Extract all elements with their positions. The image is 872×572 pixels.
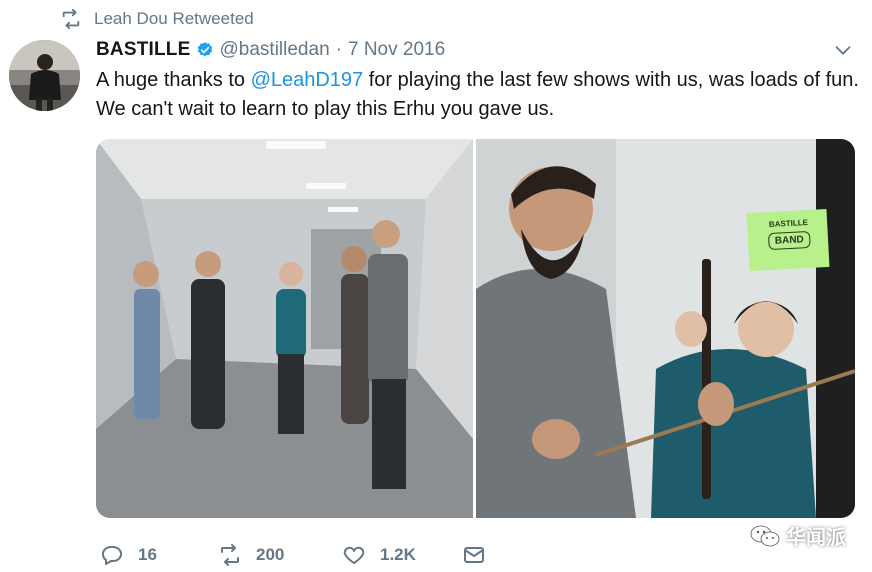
chevron-down-icon[interactable]	[832, 39, 854, 61]
tweet-text: A huge thanks to @LeahD197 for playing t…	[96, 66, 866, 124]
wechat-icon	[750, 525, 780, 546]
bastille-band-sign: BASTILLE BAND	[751, 217, 826, 251]
retweet-context-label: Leah Dou Retweeted	[94, 9, 254, 28]
tweet-header: BASTILLE @bastilledan · 7 Nov 2016	[96, 37, 854, 63]
direct-message-button[interactable]	[462, 543, 486, 567]
retweet-icon	[221, 544, 239, 566]
photo-erhu[interactable]: BASTILLE BAND	[476, 139, 855, 518]
reply-count: 16	[138, 545, 157, 564]
reply-button[interactable]: 16	[100, 543, 218, 567]
like-button[interactable]: 1.2K	[342, 543, 462, 567]
watermark-text: 华闻派	[786, 527, 846, 549]
heart-icon	[343, 546, 365, 564]
tweet-text-before: A huge thanks to	[96, 69, 251, 91]
author-handle[interactable]: @bastilledan	[220, 39, 330, 61]
retweet-context[interactable]: Leah Dou Retweeted	[60, 8, 254, 30]
verified-badge-icon	[197, 42, 212, 57]
tweet-actions: 16 200 1.2K	[100, 540, 486, 570]
watermark: 华闻派	[750, 521, 846, 550]
tweet-media: BASTILLE BAND	[96, 139, 855, 518]
reply-icon	[102, 546, 122, 565]
photo-band-hallway[interactable]	[96, 139, 473, 518]
mention-link[interactable]: @LeahD197	[251, 69, 364, 91]
separator-dot: ·	[335, 39, 342, 60]
retweet-count: 200	[256, 545, 285, 564]
author-name[interactable]: BASTILLE	[96, 39, 191, 61]
sign-line-2: BAND	[767, 230, 812, 251]
tweet-date[interactable]: 7 Nov 2016	[348, 39, 445, 61]
avatar[interactable]	[9, 40, 80, 111]
retweet-button[interactable]: 200	[218, 543, 342, 567]
like-count: 1.2K	[380, 545, 416, 564]
envelope-icon	[464, 547, 484, 563]
retweet-icon	[62, 8, 80, 30]
